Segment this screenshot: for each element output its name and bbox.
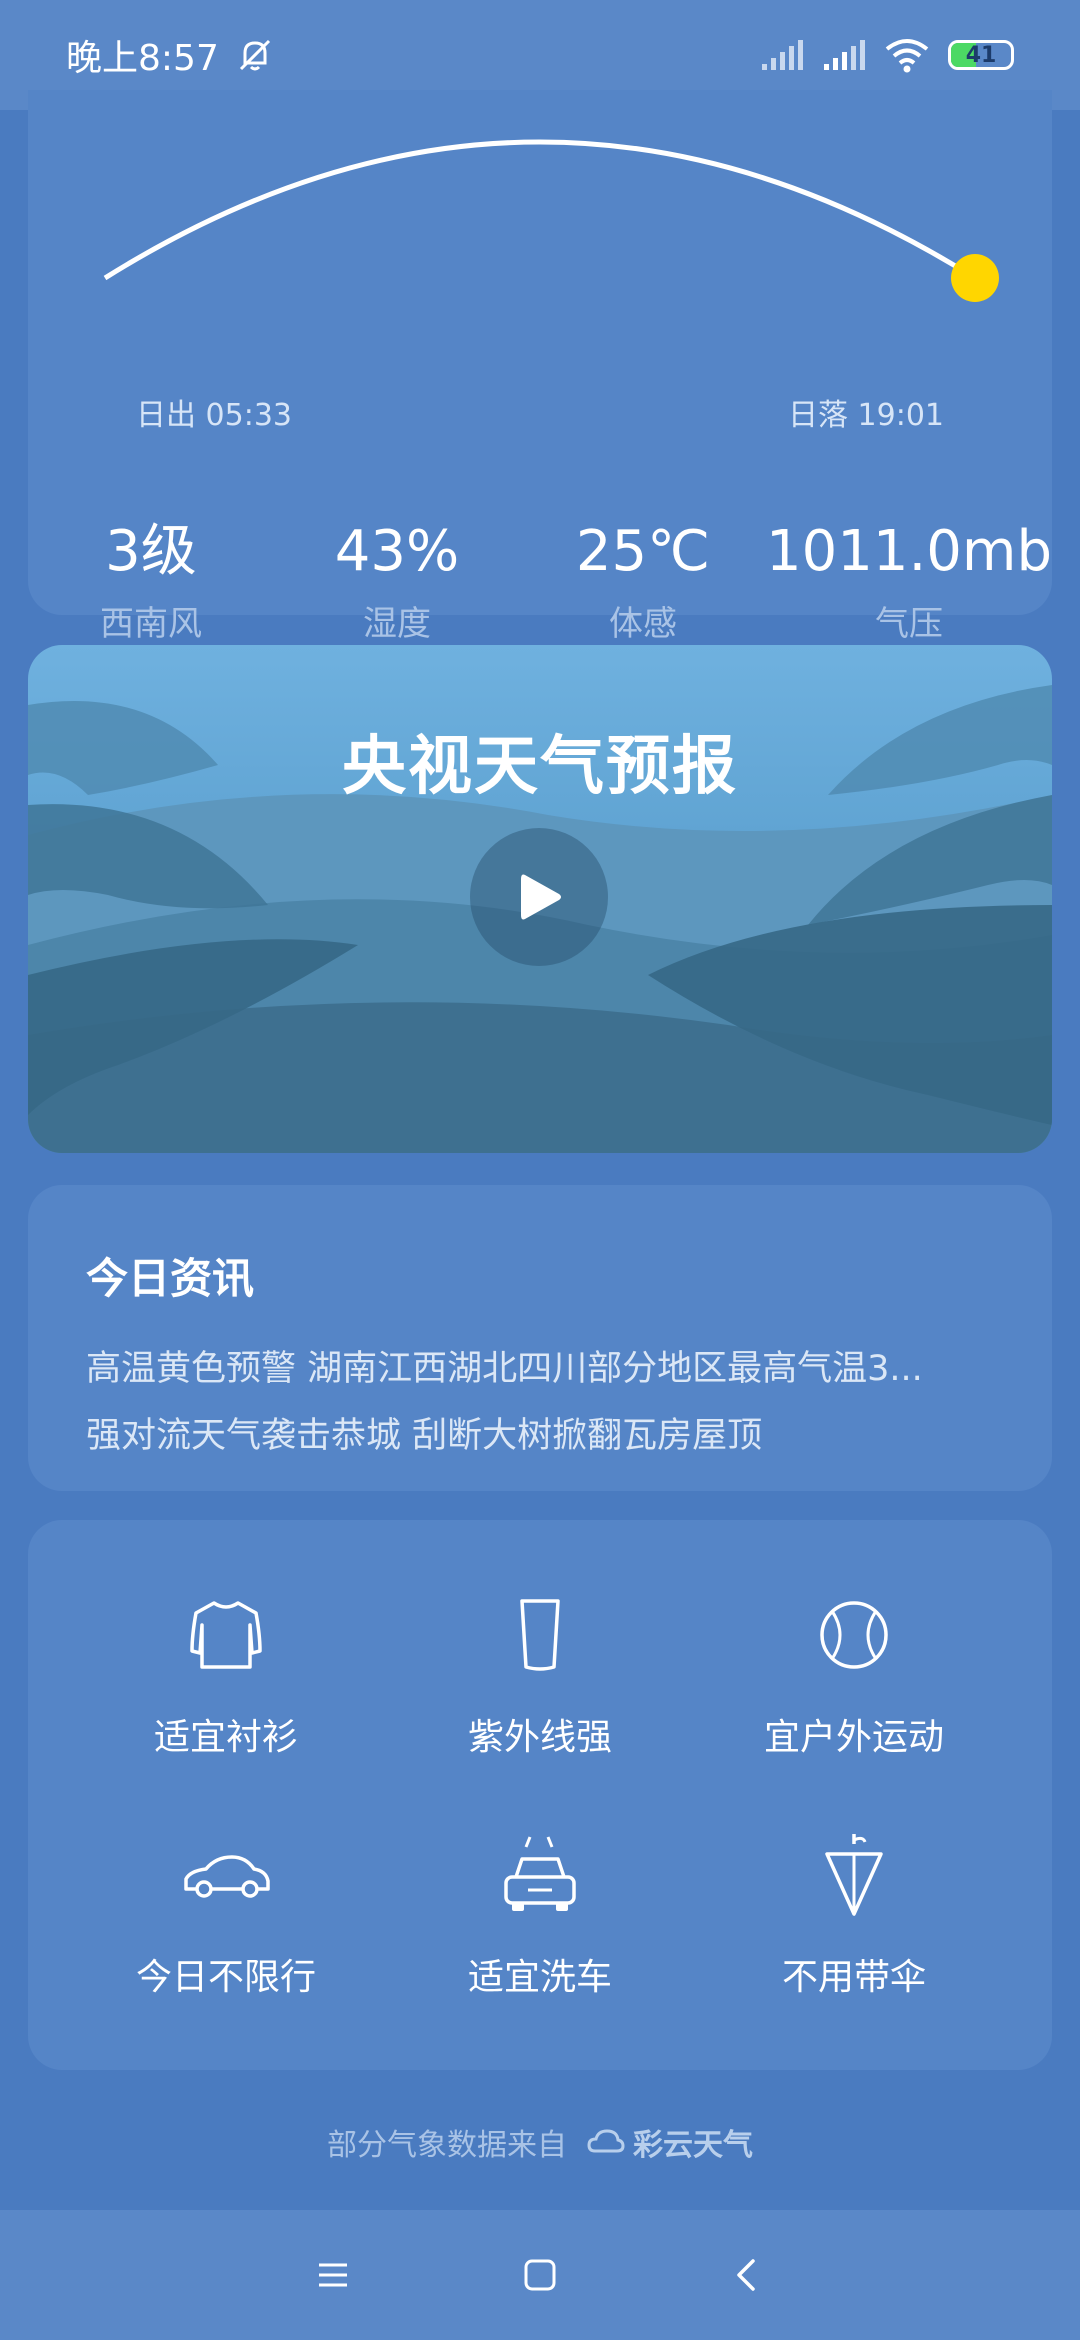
signal-icon-2	[824, 40, 865, 70]
sun-arc	[103, 139, 999, 302]
weather-video-card[interactable]: 央视天气预报	[28, 645, 1052, 1153]
video-title: 央视天气预报	[342, 730, 738, 804]
stat-label: 体感	[608, 604, 677, 644]
stat-humidity: 43% 湿度	[274, 520, 520, 645]
data-source: 部分气象数据来自 彩云天气	[0, 2120, 1080, 2164]
stat-feels-like: 25℃ 体感	[520, 520, 766, 645]
sunset-time: 日落 19:01	[788, 398, 944, 433]
cloud-icon	[587, 2129, 625, 2153]
news-item[interactable]: 高温黄色预警 湖南江西湖北四川部分地区最高气温3...	[86, 1336, 994, 1403]
stat-value: 1011.0mb	[765, 519, 1052, 584]
home-icon[interactable]	[520, 2255, 560, 2295]
cup-icon	[520, 1599, 560, 1671]
news-card: 今日资讯 高温黄色预警 湖南江西湖北四川部分地区最高气温3... 强对流天气袭击…	[28, 1185, 1052, 1491]
data-source-text: 部分气象数据来自	[327, 2128, 567, 2163]
tip-umbrella[interactable]: 不用带伞	[684, 1820, 1024, 2000]
mute-bell-icon	[239, 39, 270, 71]
tip-label: 今日不限行	[135, 1957, 316, 1998]
battery-indicator: 41	[948, 40, 1014, 70]
stat-value: 25℃	[575, 519, 711, 584]
caiyun-brand[interactable]: 彩云天气	[587, 2120, 753, 2164]
sun-card: 日出 05:33 日落 19:01 3级 西南风 43% 湿度 25℃ 体感 1…	[28, 90, 1052, 644]
play-button[interactable]	[470, 828, 608, 966]
status-time: 晚上8:57	[66, 38, 219, 79]
tip-label: 适宜衬衫	[153, 1717, 298, 1758]
tip-traffic[interactable]: 今日不限行	[56, 1820, 396, 2000]
stat-pressure: 1011.0mb 气压	[766, 520, 1052, 645]
tip-shirt[interactable]: 适宜衬衫	[56, 1580, 396, 1760]
stat-label: 湿度	[362, 604, 431, 644]
navigation-bar	[0, 2210, 1080, 2340]
stat-value: 43%	[334, 519, 460, 584]
battery-level-text: 41	[965, 42, 997, 68]
tip-label: 适宜洗车	[467, 1957, 612, 1998]
car-icon	[184, 1855, 270, 1898]
tip-label: 宜户外运动	[763, 1717, 944, 1758]
shirt-icon	[190, 1601, 262, 1669]
menu-icon[interactable]	[313, 2255, 353, 2295]
sunrise-time: 日出 05:33	[136, 398, 292, 433]
stat-label: 气压	[874, 604, 943, 644]
news-title: 今日资讯	[86, 1254, 255, 1303]
life-index-card: 适宜衬衫 紫外线强 宜户外运动 今日不限行 适宜洗车 不用带伞	[28, 1520, 1052, 2070]
back-icon[interactable]	[727, 2255, 767, 2295]
news-item[interactable]: 强对流天气袭击恭城 刮断大树掀翻瓦房屋顶	[86, 1403, 994, 1470]
signal-icon-1	[762, 40, 803, 70]
ball-icon	[820, 1601, 888, 1669]
brand-name: 彩云天气	[633, 2128, 753, 2163]
tip-uv[interactable]: 紫外线强	[370, 1580, 710, 1760]
weather-stats: 3级 西南风 43% 湿度 25℃ 体感 1011.0mb 气压	[28, 520, 1052, 645]
stat-label: 西南风	[99, 604, 202, 644]
play-icon	[521, 874, 561, 920]
car-wash-icon	[504, 1836, 576, 1911]
tip-label: 紫外线强	[467, 1717, 612, 1758]
tip-carwash[interactable]: 适宜洗车	[370, 1820, 710, 2000]
tip-label: 不用带伞	[781, 1957, 926, 1998]
umbrella-icon	[825, 1834, 883, 1916]
stat-value: 3级	[105, 519, 197, 584]
sun-position-icon	[951, 254, 999, 302]
wifi-icon	[885, 39, 929, 73]
stat-wind: 3级 西南风	[28, 520, 274, 645]
tip-sport[interactable]: 宜户外运动	[684, 1580, 1024, 1760]
